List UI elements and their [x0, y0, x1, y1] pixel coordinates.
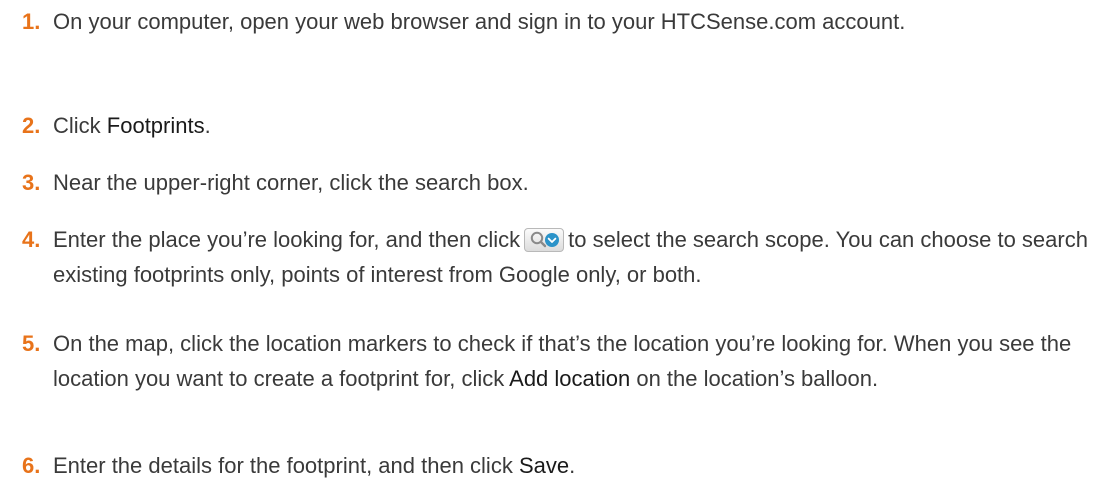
step-5: 5. On the map, click the location marker…	[22, 326, 1112, 396]
step-number: 2.	[22, 113, 41, 138]
step-6: 6. Enter the details for the footprint, …	[22, 448, 1112, 483]
step-4: 4. Enter the place you’re looking for, a…	[22, 222, 1112, 292]
step-number: 6.	[22, 453, 41, 478]
ui-term-save: Save	[518, 453, 570, 478]
step-text-pre: Enter the details for the footprint, and…	[53, 453, 519, 478]
step-2: 2. Click Footprints.	[22, 108, 1112, 143]
ui-term-footprints: Footprints	[106, 113, 205, 138]
step-text-pre: Click	[53, 113, 107, 138]
step-text-post: on the location’s balloon.	[630, 366, 879, 391]
step-number: 5.	[22, 331, 41, 356]
ui-term-add-location: Add location	[509, 366, 631, 391]
step-text: On the map, click the location markers t…	[53, 326, 1112, 396]
step-text-post: .	[569, 453, 576, 478]
step-text: Near the upper-right corner, click the s…	[53, 170, 529, 195]
step-1: 1. On your computer, open your web brows…	[22, 4, 1112, 39]
step-text: Enter the place you’re looking for, and …	[53, 222, 1112, 292]
step-text: Click Footprints.	[53, 108, 1112, 143]
step-3: 3. Near the upper-right corner, click th…	[22, 165, 1112, 200]
search-scope-icon	[524, 228, 565, 252]
step-text-pre: Enter the place you’re looking for, and …	[53, 227, 521, 252]
step-text-post: .	[204, 113, 211, 138]
step-text: Enter the details for the footprint, and…	[53, 448, 1112, 483]
step-number: 1.	[22, 9, 41, 34]
step-number: 4.	[22, 227, 41, 252]
magnifier-dropdown-icon	[530, 231, 560, 248]
step-number: 3.	[22, 170, 41, 195]
step-text: On your computer, open your web browser …	[53, 9, 906, 34]
